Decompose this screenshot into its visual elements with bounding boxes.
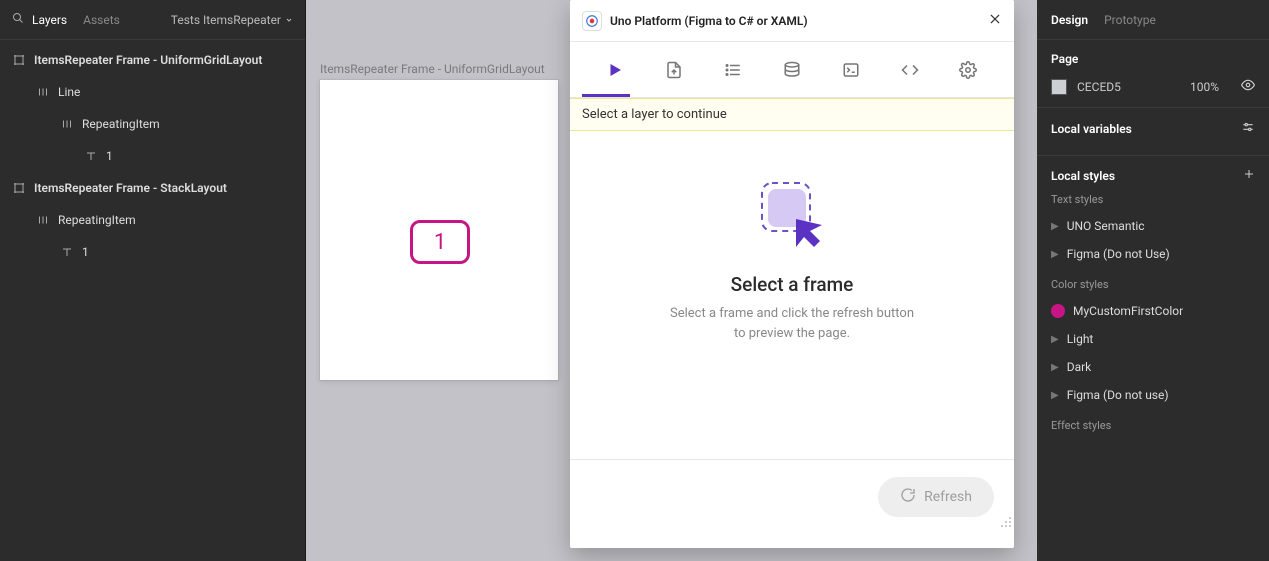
style-label: UNO Semantic bbox=[1067, 219, 1145, 233]
tree-label: ItemsRepeater Frame - StackLayout bbox=[34, 181, 227, 195]
resize-handle-icon[interactable] bbox=[1000, 516, 1012, 531]
item-text: 1 bbox=[434, 230, 446, 255]
color-style-item[interactable]: ▶ Dark bbox=[1051, 353, 1255, 381]
tree-frame-item[interactable]: ItemsRepeater Frame - UniformGridLayout bbox=[0, 44, 305, 76]
style-label: Dark bbox=[1067, 360, 1092, 374]
page-dropdown-label: Tests ItemsRepeater bbox=[171, 13, 281, 27]
info-banner: Select a layer to continue bbox=[570, 98, 1014, 131]
right-panel-tabs: Design Prototype bbox=[1037, 0, 1269, 40]
canvas[interactable]: ItemsRepeater Frame - UniformGridLayout … bbox=[306, 0, 1037, 561]
effect-styles-heading: Effect styles bbox=[1051, 419, 1255, 432]
left-layers-panel: Layers Assets Tests ItemsRepeater ItemsR… bbox=[0, 0, 306, 561]
tab-export[interactable] bbox=[654, 50, 694, 90]
plugin-body: Select a frame Select a frame and click … bbox=[570, 131, 1014, 459]
repeating-item-instance[interactable]: 1 bbox=[410, 220, 470, 264]
tab-preview[interactable] bbox=[595, 50, 635, 90]
close-icon[interactable] bbox=[988, 12, 1002, 29]
tree-label: RepeatingItem bbox=[58, 213, 136, 227]
line-icon bbox=[36, 85, 50, 99]
page-section: Page CECED5 100% bbox=[1037, 40, 1269, 108]
tree-label: ItemsRepeater Frame - UniformGridLayout bbox=[34, 53, 262, 67]
style-label: Light bbox=[1067, 332, 1094, 346]
chevron-right-icon: ▶ bbox=[1051, 221, 1059, 232]
refresh-label: Refresh bbox=[924, 489, 972, 505]
tree-label: 1 bbox=[106, 149, 113, 163]
local-styles-section: Local styles Text styles ▶ UNO Semantic … bbox=[1037, 156, 1269, 450]
color-style-item[interactable]: MyCustomFirstColor bbox=[1051, 297, 1255, 325]
chevron-right-icon: ▶ bbox=[1051, 390, 1059, 401]
plugin-tabs bbox=[570, 42, 1014, 98]
style-label: Figma (Do not use) bbox=[1067, 388, 1169, 402]
refresh-icon bbox=[900, 487, 916, 507]
tab-terminal[interactable] bbox=[831, 50, 871, 90]
color-swatch-icon bbox=[1051, 304, 1065, 318]
chevron-down-icon bbox=[285, 13, 293, 27]
chevron-right-icon: ▶ bbox=[1051, 249, 1059, 260]
page-section-title: Page bbox=[1051, 52, 1255, 66]
local-vars-section: Local variables bbox=[1037, 108, 1269, 156]
prototype-tab[interactable]: Prototype bbox=[1104, 13, 1156, 27]
canvas-frame-label[interactable]: ItemsRepeater Frame - UniformGridLayout bbox=[320, 62, 545, 76]
banner-text: Select a layer to continue bbox=[582, 107, 727, 122]
tree-label: 1 bbox=[82, 245, 89, 259]
right-design-panel: Design Prototype Page CECED5 100% Local … bbox=[1037, 0, 1269, 561]
page-color-opacity: 100% bbox=[1190, 80, 1219, 94]
text-icon bbox=[84, 149, 98, 163]
page-color-hex: CECED5 bbox=[1077, 80, 1121, 94]
select-frame-illustration-icon bbox=[752, 175, 832, 255]
plugin-body-text: Select a frame and click the refresh but… bbox=[594, 304, 990, 343]
text-style-item[interactable]: ▶ UNO Semantic bbox=[1051, 212, 1255, 240]
tree-label: Line bbox=[58, 85, 80, 99]
page-color-row[interactable]: CECED5 100% bbox=[1051, 78, 1255, 95]
tab-settings[interactable] bbox=[948, 50, 988, 90]
design-tab[interactable]: Design bbox=[1051, 13, 1088, 27]
tree-repeating-item[interactable]: RepeatingItem bbox=[0, 204, 305, 236]
refresh-button[interactable]: Refresh bbox=[878, 477, 994, 517]
tree-repeating-item[interactable]: RepeatingItem bbox=[0, 108, 305, 140]
plugin-header[interactable]: Uno Platform (Figma to C# or XAML) bbox=[570, 0, 1014, 42]
page-dropdown[interactable]: Tests ItemsRepeater bbox=[171, 13, 293, 27]
plus-icon[interactable] bbox=[1243, 168, 1255, 183]
plugin-title: Uno Platform (Figma to C# or XAML) bbox=[610, 14, 808, 28]
color-styles-heading: Color styles bbox=[1051, 278, 1255, 291]
tree-text-item[interactable]: 1 bbox=[0, 236, 305, 268]
layers-tree: ItemsRepeater Frame - UniformGridLayout … bbox=[0, 40, 305, 268]
plugin-footer: Refresh bbox=[570, 459, 1014, 533]
local-vars-title: Local variables bbox=[1051, 122, 1132, 136]
assets-tab[interactable]: Assets bbox=[83, 13, 120, 27]
uno-logo-icon bbox=[582, 11, 602, 31]
text-icon bbox=[60, 245, 74, 259]
color-style-item[interactable]: ▶ Figma (Do not use) bbox=[1051, 381, 1255, 409]
color-style-item[interactable]: ▶ Light bbox=[1051, 325, 1255, 353]
tree-line-item[interactable]: Line bbox=[0, 76, 305, 108]
tab-code[interactable] bbox=[890, 50, 930, 90]
tab-indicator bbox=[582, 94, 630, 97]
style-label: Figma (Do not Use) bbox=[1067, 247, 1170, 261]
line-icon bbox=[36, 213, 50, 227]
left-panel-header: Layers Assets Tests ItemsRepeater bbox=[0, 0, 305, 40]
tree-text-item[interactable]: 1 bbox=[0, 140, 305, 172]
text-styles-heading: Text styles bbox=[1051, 193, 1255, 206]
chevron-right-icon: ▶ bbox=[1051, 362, 1059, 373]
visibility-toggle-icon[interactable] bbox=[1241, 78, 1255, 95]
frame-icon bbox=[12, 53, 26, 67]
tree-label: RepeatingItem bbox=[82, 117, 160, 131]
chevron-right-icon: ▶ bbox=[1051, 334, 1059, 345]
page-color-swatch[interactable] bbox=[1051, 79, 1067, 95]
local-styles-title: Local styles bbox=[1051, 169, 1115, 183]
layers-tab[interactable]: Layers bbox=[32, 13, 67, 27]
tab-list[interactable] bbox=[713, 50, 753, 90]
style-label: MyCustomFirstColor bbox=[1073, 304, 1183, 318]
search-icon[interactable] bbox=[12, 12, 24, 27]
tab-data[interactable] bbox=[772, 50, 812, 90]
plugin-body-title: Select a frame bbox=[594, 273, 990, 296]
text-style-item[interactable]: ▶ Figma (Do not Use) bbox=[1051, 240, 1255, 268]
frame-icon bbox=[12, 181, 26, 195]
line-icon bbox=[60, 117, 74, 131]
canvas-frame[interactable]: 1 bbox=[320, 80, 558, 380]
settings-icon[interactable] bbox=[1241, 120, 1255, 137]
tree-frame-item[interactable]: ItemsRepeater Frame - StackLayout bbox=[0, 172, 305, 204]
plugin-window: Uno Platform (Figma to C# or XAML) bbox=[570, 0, 1014, 548]
